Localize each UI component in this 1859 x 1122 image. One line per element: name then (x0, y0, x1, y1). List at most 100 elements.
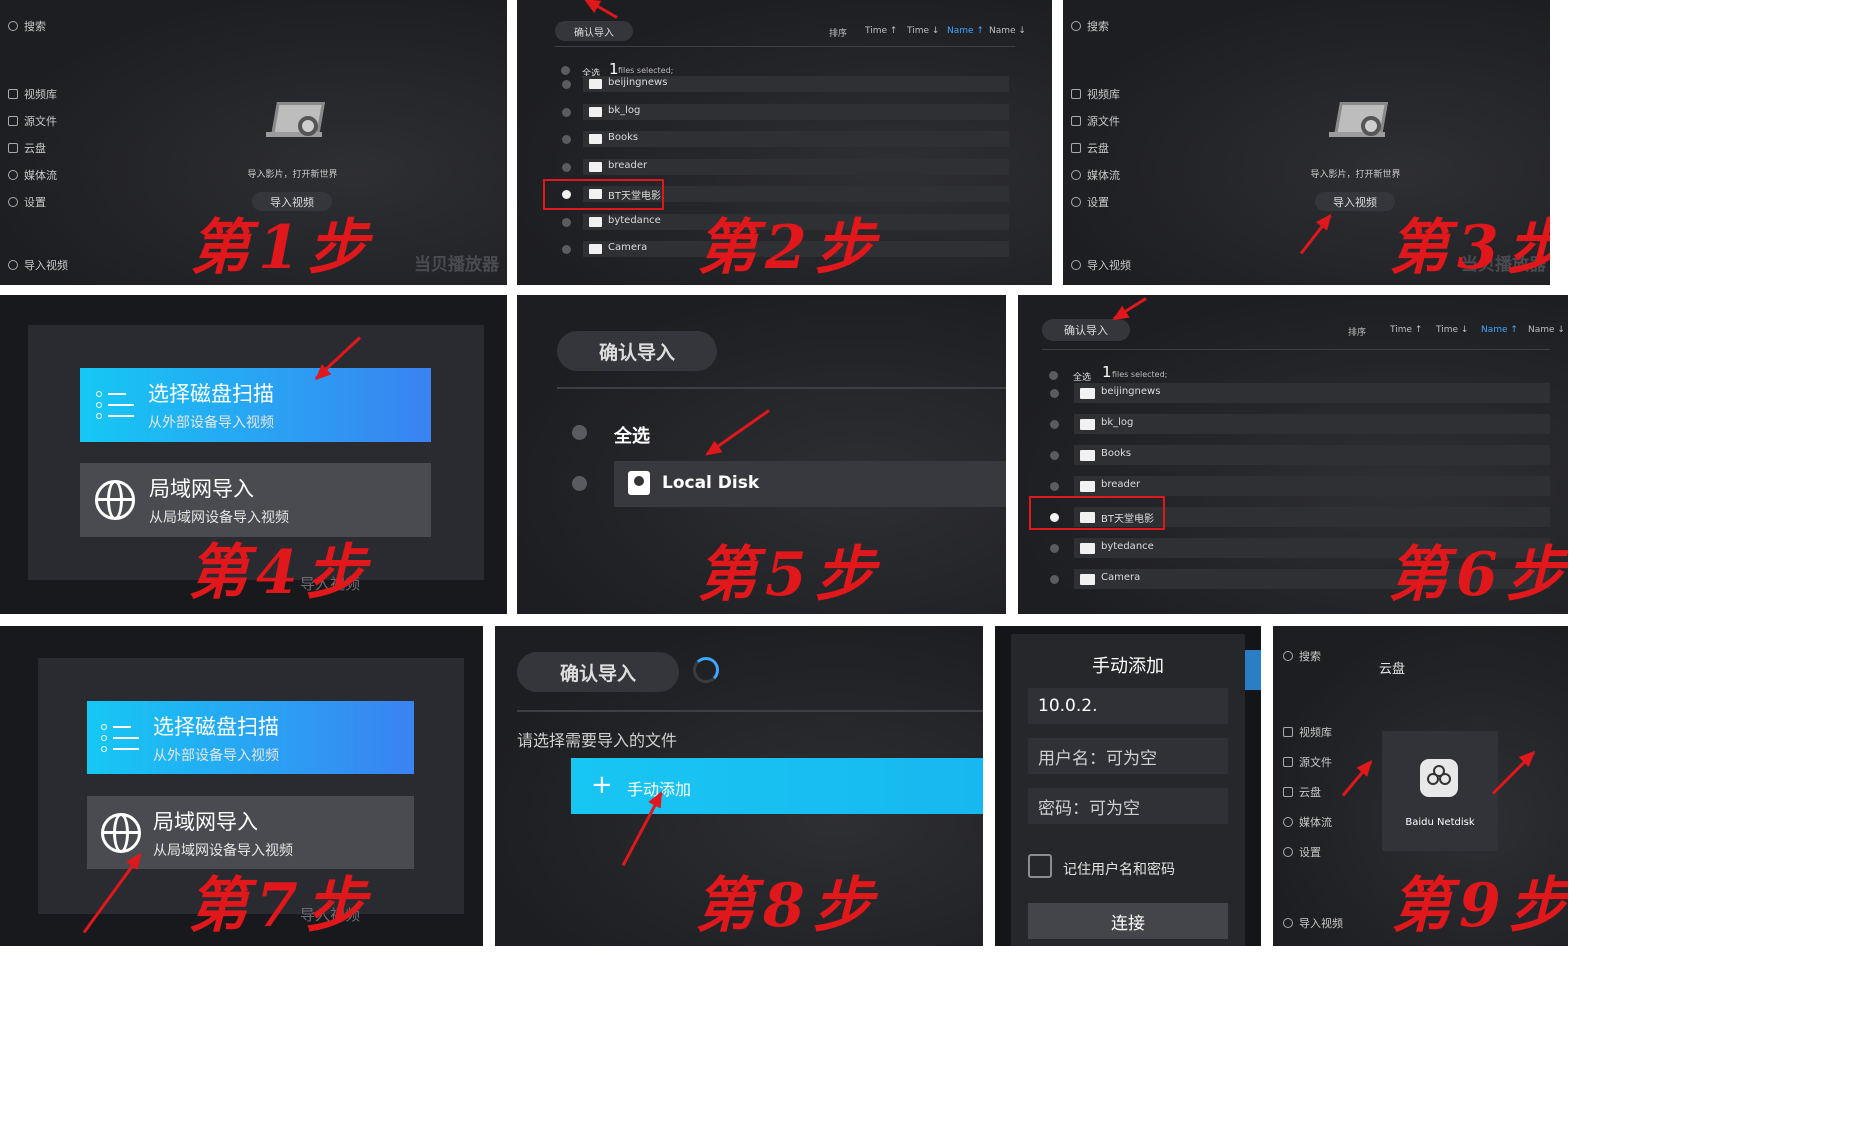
empty-laptop-icon (262, 100, 332, 142)
select-all-radio[interactable] (572, 425, 587, 440)
folder-name: beijingnews (1101, 386, 1161, 397)
sidebar-item-media-stream[interactable]: 媒体流 (1283, 814, 1332, 830)
sidebar-item-cloud[interactable]: 云盘 (8, 140, 46, 156)
sidebar-item-settings[interactable]: 设置 (8, 194, 46, 210)
sidebar-item-video-library[interactable]: 视频库 (8, 86, 57, 102)
sidebar-import-video[interactable]: 导入视频 (8, 257, 68, 273)
highlight-box (543, 179, 664, 210)
sort-name-desc[interactable]: Name ↓ (1528, 325, 1565, 335)
sidebar-search[interactable]: 搜索 (1283, 648, 1321, 664)
folder-radio[interactable] (562, 217, 571, 227)
disk-scan-option[interactable]: 选择磁盘扫描 从外部设备导入视频 (80, 368, 431, 442)
confirm-import-button[interactable]: 确认导入 (557, 331, 717, 371)
folder-row[interactable]: breader (1018, 476, 1568, 496)
video-library-icon (8, 89, 18, 99)
password-input[interactable]: 密码：可为空 (1028, 788, 1228, 824)
folder-radio[interactable] (1050, 544, 1059, 553)
cloud-header: 云盘 (1379, 662, 1406, 677)
sidebar-item-cloud[interactable]: 云盘 (1071, 140, 1109, 156)
step-label: 第7步 (188, 871, 374, 941)
panel-step6: 确认导入 排序 Time ↑ Time ↓ Name ↑ Name ↓ 全选 1… (1018, 295, 1568, 614)
folder-radio[interactable] (562, 80, 571, 89)
folder-icon (589, 106, 602, 117)
sidebar-item-source-files[interactable]: 源文件 (8, 113, 57, 129)
sidebar-import-video[interactable]: 导入视频 (1071, 257, 1131, 273)
sidebar-item-source-files[interactable]: 源文件 (1283, 754, 1332, 770)
plus-icon: + (591, 770, 613, 800)
sort-name-asc[interactable]: Name ↑ (947, 26, 984, 36)
folder-radio[interactable] (562, 245, 571, 254)
sidebar-item-cloud[interactable]: 云盘 (1283, 784, 1321, 800)
sort-name-asc[interactable]: Name ↑ (1481, 325, 1518, 335)
disk-scan-option[interactable]: 选择磁盘扫描 从外部设备导入视频 (87, 701, 414, 774)
import-video-button[interactable]: 导入视频 (252, 192, 332, 211)
connect-button[interactable]: 连接 (1028, 903, 1228, 939)
sort-time-desc[interactable]: Time ↓ (1436, 325, 1468, 335)
confirm-import-button[interactable]: 确认导入 (555, 21, 633, 41)
sidebar-item-source-files[interactable]: 源文件 (1071, 113, 1120, 129)
globe-icon (101, 812, 141, 853)
folder-row[interactable]: Books (517, 131, 1052, 147)
folder-row[interactable]: bk_log (1018, 414, 1568, 434)
folder-radio[interactable] (1050, 482, 1059, 491)
folder-name: bk_log (608, 104, 641, 116)
folder-name: bk_log (1101, 417, 1134, 428)
gear-icon (1071, 197, 1081, 207)
sort-time-asc[interactable]: Time ↑ (1390, 325, 1422, 335)
folder-row[interactable]: breader (517, 158, 1052, 175)
sidebar-search[interactable]: 搜索 (8, 18, 46, 34)
sidebar-item-media-stream[interactable]: 媒体流 (1071, 167, 1120, 183)
folder-radio[interactable] (562, 135, 571, 144)
folder-row[interactable]: bk_log (517, 103, 1052, 120)
search-icon (1283, 651, 1293, 661)
folder-radio[interactable] (1050, 420, 1059, 429)
import-icon (1071, 260, 1081, 270)
ip-address-input[interactable]: 10.0.2. (1028, 688, 1228, 724)
folder-radio[interactable] (562, 162, 571, 172)
select-all-radio[interactable] (561, 66, 570, 75)
annotation-arrow (1491, 751, 1536, 795)
folder-icon (1080, 388, 1095, 399)
username-input[interactable]: 用户名：可为空 (1028, 738, 1228, 774)
folder-radio[interactable] (562, 107, 571, 117)
manual-add-button[interactable]: + 手动添加 (571, 758, 983, 814)
selected-suffix: files selected; (1112, 370, 1168, 379)
folder-name: breader (1101, 479, 1141, 490)
folder-row[interactable]: beijingnews (1018, 383, 1568, 403)
sort-name-desc[interactable]: Name ↓ (989, 26, 1026, 36)
empty-state-message: 导入影片，打开新世界 (1310, 170, 1401, 180)
panel-step7: 导入视频 选择磁盘扫描 从外部设备导入视频 局域网导入 从局域网设备导入视频 第7步 (0, 626, 483, 946)
panel-manual-add-form: 手动添加 10.0.2. 用户名：可为空 密码：可为空 记住用户名和密码 连接 (995, 626, 1261, 946)
sidebar-item-video-library[interactable]: 视频库 (1071, 86, 1120, 102)
panel-step4: 导入视频 选择磁盘扫描 从外部设备导入视频 局域网导入 从局域网设备导入视频 第4步 (0, 295, 507, 614)
remember-checkbox[interactable] (1028, 854, 1052, 878)
folder-row[interactable]: beijingnews (517, 76, 1052, 92)
sort-time-desc[interactable]: Time ↓ (907, 26, 939, 36)
confirm-import-button[interactable]: 确认导入 (517, 652, 679, 692)
disk-row[interactable]: Local Disk (614, 461, 1006, 507)
folder-name: Books (608, 132, 639, 143)
folder-icon (1080, 419, 1095, 430)
select-all-label: 全选 (1073, 373, 1092, 383)
disk-radio[interactable] (572, 476, 587, 491)
folder-radio[interactable] (1050, 575, 1059, 584)
folder-row-bg (1074, 476, 1550, 496)
sidebar-import-video[interactable]: 导入视频 (1283, 915, 1343, 931)
sidebar-item-video-library[interactable]: 视频库 (1283, 724, 1332, 740)
folder-radio[interactable] (1050, 451, 1059, 460)
select-all-radio[interactable] (1049, 371, 1058, 380)
sidebar-search[interactable]: 搜索 (1071, 18, 1109, 34)
folder-icon (1080, 543, 1095, 554)
import-video-button[interactable]: 导入视频 (1315, 192, 1395, 211)
sidebar-item-media-stream[interactable]: 媒体流 (8, 167, 57, 183)
folder-radio[interactable] (1050, 389, 1059, 398)
baidu-netdisk-tile[interactable]: Baidu Netdisk (1382, 731, 1498, 851)
loading-spinner-icon (693, 657, 719, 683)
sidebar-item-settings[interactable]: 设置 (1283, 844, 1321, 860)
sort-time-asc[interactable]: Time ↑ (865, 26, 897, 36)
panel-step3: 搜索 视频库 源文件 云盘 媒体流 设置 导入视频 导入影片，打开新世界 导入视… (1063, 0, 1550, 285)
lan-import-option[interactable]: 局域网导入 从局域网设备导入视频 (80, 463, 431, 537)
import-icon (1283, 918, 1293, 928)
folder-row[interactable]: Books (1018, 445, 1568, 465)
sidebar-item-settings[interactable]: 设置 (1071, 194, 1109, 210)
